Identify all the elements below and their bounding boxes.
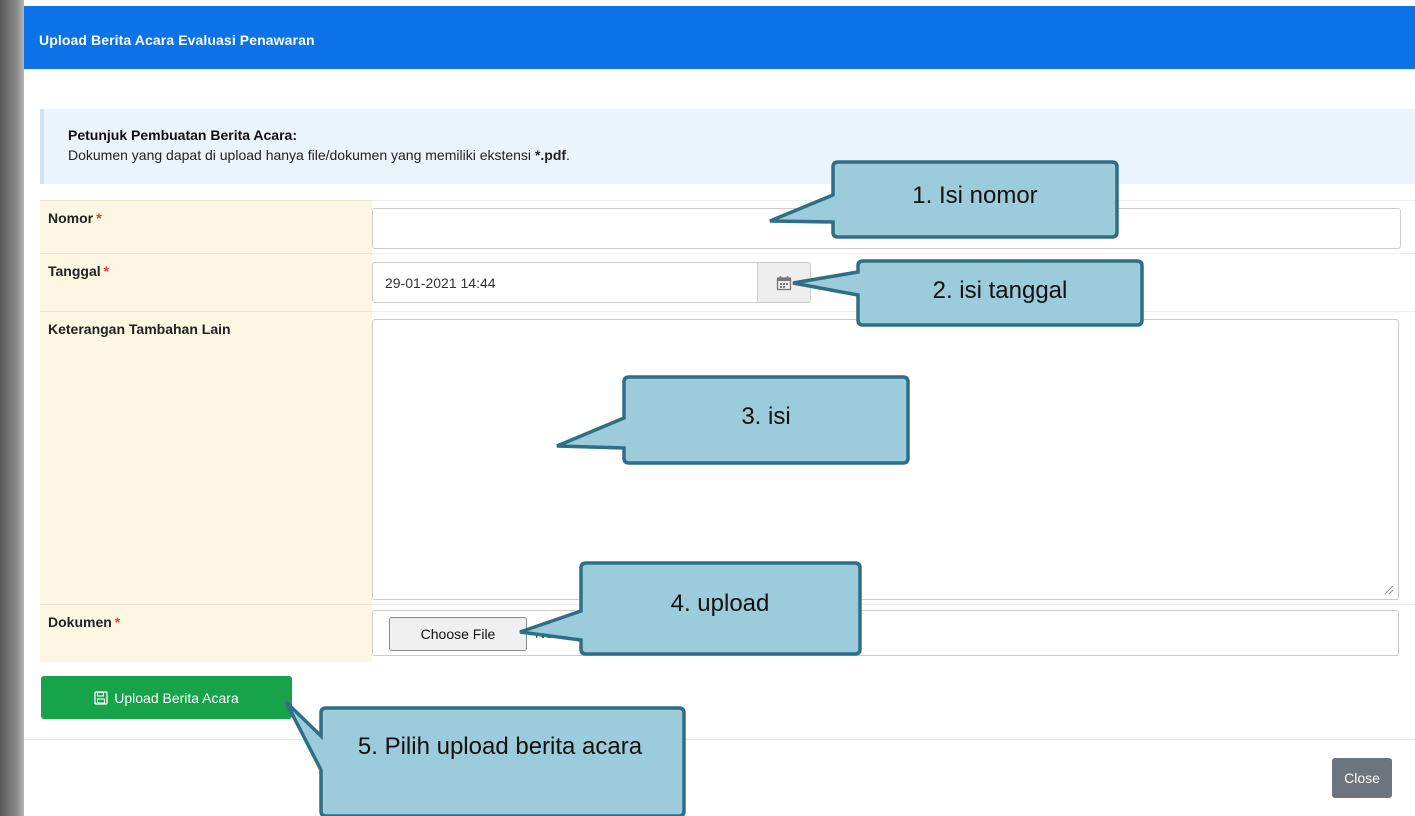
save-icon: [94, 690, 108, 705]
info-title: Petunjuk Pembuatan Berita Acara:: [68, 127, 297, 143]
window-frame-edge: [0, 0, 24, 816]
callout-text-5: 5. Pilih upload berita acara: [357, 733, 643, 760]
modal-title: Upload Berita Acara Evaluasi Penawaran: [39, 32, 315, 48]
info-alert: Petunjuk Pembuatan Berita Acara: Dokumen…: [40, 109, 1415, 184]
choose-file-button[interactable]: Choose File: [389, 617, 527, 651]
callout-text-1: 1. Isi nomor: [912, 182, 1038, 209]
callout-text-4: 4. upload: [670, 590, 770, 617]
form-row-nomor: Nomor *: [40, 200, 1415, 253]
footer-divider: [24, 739, 1415, 740]
info-text-end: .: [566, 147, 570, 163]
callout-text-2: 2. isi tanggal: [932, 277, 1068, 304]
upload-berita-acara-button[interactable]: Upload Berita Acara: [41, 676, 292, 719]
info-text-main: Dokumen yang dapat di upload hanya file/…: [68, 147, 535, 163]
tanggal-input[interactable]: 29-01-2021 14:44: [372, 262, 758, 303]
form-row-keterangan: Keterangan Tambahan Lain: [40, 311, 1415, 604]
label-cell-tanggal: Tanggal *: [40, 253, 372, 311]
info-text-extension: *.pdf: [534, 147, 567, 163]
dokumen-label: Dokumen *: [48, 614, 121, 630]
info-text: Dokumen yang dapat di upload hanya file/…: [68, 147, 570, 163]
keterangan-label: Keterangan Tambahan Lain: [48, 321, 231, 337]
file-input[interactable]: Choose File No file chosen: [372, 610, 1399, 656]
nomor-label: Nomor *: [48, 210, 102, 226]
calendar-button[interactable]: [757, 262, 811, 303]
nomor-input[interactable]: [372, 208, 1401, 249]
form-row-tanggal: Tanggal * 29-01-2021 14:44: [40, 253, 1415, 311]
field-cell-keterangan: [372, 311, 1415, 604]
file-status-text: No file chosen: [535, 625, 624, 641]
close-button[interactable]: Close: [1332, 758, 1392, 798]
label-cell-keterangan: Keterangan Tambahan Lain: [40, 311, 372, 604]
tanggal-label: Tanggal *: [48, 263, 110, 279]
callout-text-3: 3. isi: [741, 403, 791, 430]
calendar-icon: [776, 275, 792, 290]
resize-grip-icon[interactable]: [1384, 585, 1394, 595]
modal-header: Upload Berita Acara Evaluasi Penawaran: [24, 6, 1415, 69]
keterangan-textarea[interactable]: [372, 319, 1399, 600]
label-cell-nomor: Nomor *: [40, 200, 372, 253]
upload-button-label: Upload Berita Acara: [114, 689, 239, 706]
field-cell-dokumen: Choose File No file chosen: [372, 604, 1415, 662]
required-mark: *: [96, 210, 102, 226]
label-cell-dokumen: Dokumen *: [40, 604, 372, 662]
required-mark: *: [103, 263, 110, 279]
required-mark: *: [114, 614, 121, 630]
